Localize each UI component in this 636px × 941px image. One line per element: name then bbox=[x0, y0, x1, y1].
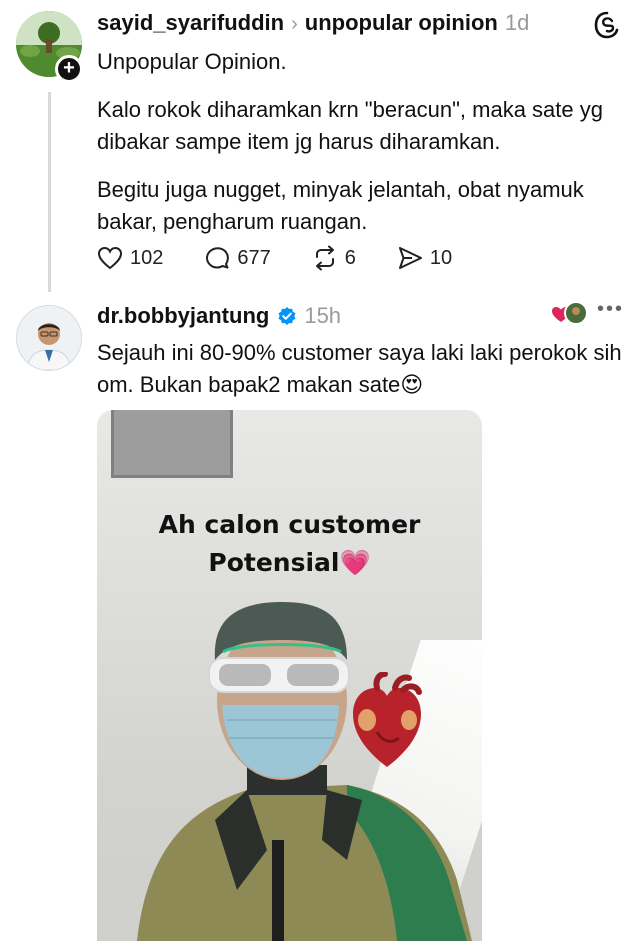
threads-logo-icon[interactable] bbox=[592, 10, 622, 40]
repost-icon bbox=[315, 245, 334, 271]
heart-icon bbox=[97, 246, 123, 270]
more-options-button[interactable]: ••• bbox=[597, 298, 624, 321]
timestamp: 1d bbox=[504, 10, 530, 35]
username[interactable]: sayid_syarifuddin bbox=[97, 10, 284, 36]
avatar[interactable] bbox=[16, 305, 82, 371]
ceiling-vent bbox=[111, 410, 233, 478]
share-icon bbox=[398, 247, 422, 269]
comment-button[interactable]: 677 bbox=[203, 244, 271, 272]
post-header: dr.bobbyjantung 15h bbox=[97, 303, 341, 329]
post-paragraph: Unpopular Opinion. bbox=[97, 49, 287, 74]
avatar-image bbox=[17, 306, 81, 370]
comment-icon bbox=[206, 247, 230, 269]
repost-count: 6 bbox=[344, 246, 356, 269]
post-paragraph: Begitu juga nugget, minyak jelantah, oba… bbox=[97, 177, 584, 234]
post-text: Sejauh ini 80-90% customer saya laki lak… bbox=[97, 337, 627, 401]
share-count: 10 bbox=[429, 246, 453, 269]
follow-button[interactable]: + bbox=[55, 55, 83, 83]
timestamp: 15h bbox=[304, 303, 342, 328]
like-count: 102 bbox=[130, 246, 164, 269]
video-caption-line-2: Potensial💗 bbox=[208, 548, 371, 577]
chevron-right-icon: › bbox=[291, 13, 298, 35]
video-caption-line-1: Ah calon customer bbox=[158, 510, 421, 539]
video-media[interactable]: Ah calon customer Potensial💗 bbox=[97, 410, 482, 941]
verified-badge-icon bbox=[278, 307, 296, 325]
like-button[interactable]: 102 bbox=[96, 244, 163, 272]
comment-count: 677 bbox=[237, 246, 271, 269]
topic-tag[interactable]: unpopular opinion bbox=[305, 10, 498, 36]
post-text: Unpopular Opinion. Kalo rokok diharamkan… bbox=[97, 46, 627, 238]
liked-by-author-icon bbox=[552, 301, 588, 325]
post-paragraph: Sejauh ini 80-90% customer saya laki lak… bbox=[97, 340, 622, 397]
post-paragraph: Kalo rokok diharamkan krn "beracun", mak… bbox=[97, 97, 603, 154]
share-button[interactable]: 10 bbox=[396, 244, 452, 272]
username[interactable]: dr.bobbyjantung bbox=[97, 303, 269, 329]
heart-sticker-icon bbox=[353, 672, 422, 767]
repost-button[interactable]: 6 bbox=[311, 244, 356, 272]
thread-connector-line bbox=[48, 92, 51, 292]
action-bar: 102 677 6 10 bbox=[96, 244, 492, 272]
post-header: sayid_syarifuddin › unpopular opinion 1d bbox=[97, 10, 529, 36]
